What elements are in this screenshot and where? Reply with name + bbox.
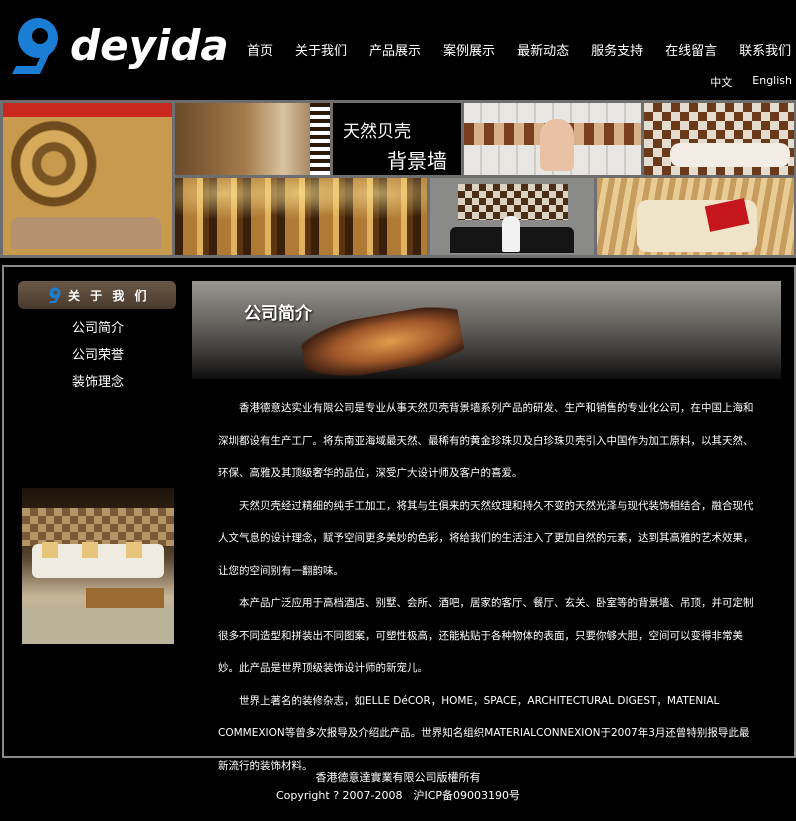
nine-icon xyxy=(49,287,61,303)
article-body: 香港德意达实业有限公司是专业从事天然贝壳背景墙系列产品的研发、生产和销售的专业化… xyxy=(218,392,758,782)
banner-image-living-room xyxy=(3,103,172,255)
nav-products[interactable]: 产品展示 xyxy=(369,40,421,59)
banner-image-tv-wall xyxy=(175,103,330,175)
language-switch: 中文 English xyxy=(690,74,792,90)
paragraph-1: 香港德意达实业有限公司是专业从事天然贝壳背景墙系列产品的研发、生产和销售的专业化… xyxy=(218,402,754,479)
banner-image-child xyxy=(644,103,794,175)
sidebar-room-image xyxy=(22,488,174,644)
banner-image-sofa xyxy=(597,178,794,255)
nav-home[interactable]: 首页 xyxy=(247,40,273,59)
banner-image-lounge xyxy=(430,178,594,255)
nav-contact[interactable]: 联系我们 xyxy=(739,40,791,59)
logo-nine-icon xyxy=(12,18,58,74)
logo[interactable]: deyida xyxy=(10,16,229,76)
banner-image-lit-wall xyxy=(175,178,427,255)
page-title: 公司简介 xyxy=(244,304,312,324)
paragraph-3: 本产品广泛应用于高档酒店、别墅、会所、酒吧，居家的客厅、餐厅、玄关、卧室等的背景… xyxy=(218,597,754,674)
nav-message[interactable]: 在线留言 xyxy=(665,40,717,59)
main-nav: 首页 关于我们 产品展示 案例展示 最新动态 服务支持 在线留言 联系我们 xyxy=(236,40,796,59)
slogan-line1: 天然贝壳 xyxy=(343,122,411,142)
site-header: deyida 首页 关于我们 产品展示 案例展示 最新动态 服务支持 在线留言 … xyxy=(0,0,796,100)
sidebar-item-honors[interactable]: 公司荣誉 xyxy=(72,348,124,375)
sidebar-item-philosophy[interactable]: 装饰理念 xyxy=(72,375,124,402)
nav-about[interactable]: 关于我们 xyxy=(295,40,347,59)
sidebar-header: 关 于 我 们 xyxy=(18,281,176,309)
hero-banner: 天然贝壳 背景墙 xyxy=(0,100,796,258)
lang-chinese[interactable]: 中文 xyxy=(710,74,732,90)
banner-image-baby xyxy=(464,103,641,175)
lang-english[interactable]: English xyxy=(752,74,792,90)
nav-service[interactable]: 服务支持 xyxy=(591,40,643,59)
logo-text: deyida xyxy=(70,21,229,70)
sidebar-title: 关 于 我 们 xyxy=(68,289,150,303)
site-footer: 香港德意達實業有限公司版權所有 Copyright ? 2007-2008 沪I… xyxy=(0,769,796,805)
paragraph-2: 天然贝壳经过精细的纯手工加工，将其与生俱来的天然纹理和持久不变的天然光泽与现代装… xyxy=(218,499,754,577)
nav-cases[interactable]: 案例展示 xyxy=(443,40,495,59)
paragraph-4: 世界上著名的装修杂志，如ELLE DéCOR，HOME，SPACE，ARCHIT… xyxy=(218,694,750,772)
section-banner: 公司简介 xyxy=(192,281,781,379)
banner-slogan: 天然贝壳 背景墙 xyxy=(333,103,461,175)
nav-news[interactable]: 最新动态 xyxy=(517,40,569,59)
footer-copyright-en: Copyright ? 2007-2008 沪ICP备09003190号 xyxy=(275,789,521,802)
sidebar-menu: 公司简介 公司荣誉 装饰理念 xyxy=(72,321,124,402)
footer-copyright-cn: 香港德意達實業有限公司版權所有 xyxy=(315,771,481,784)
shell-image xyxy=(298,301,466,379)
sidebar-item-profile[interactable]: 公司简介 xyxy=(72,321,124,348)
slogan-line2: 背景墙 xyxy=(387,149,447,173)
